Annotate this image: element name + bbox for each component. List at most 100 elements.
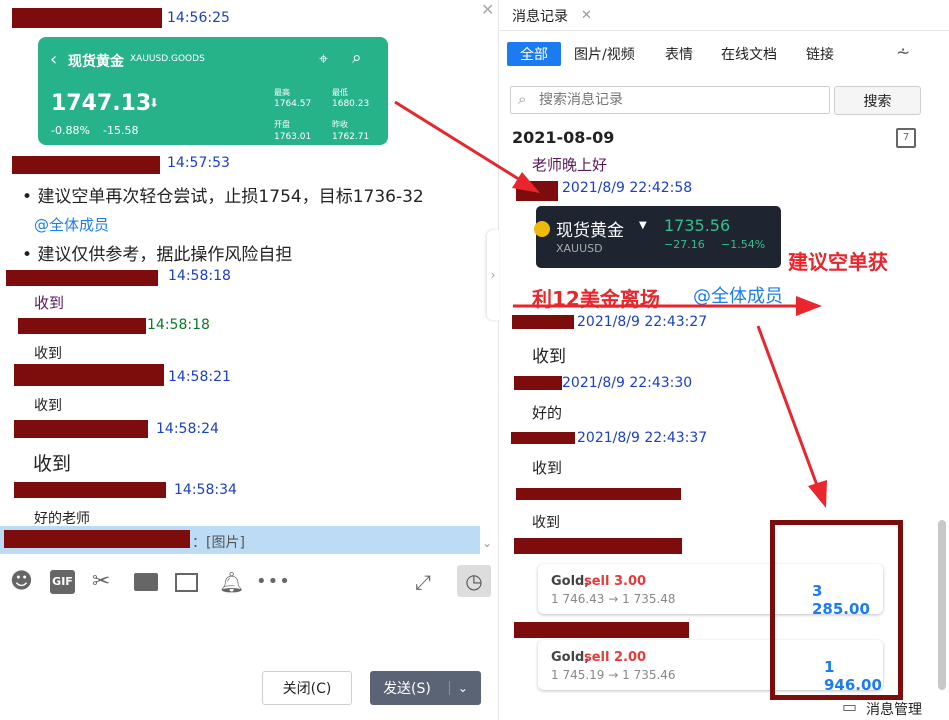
filter-label: 全部 (520, 47, 548, 63)
annotation-text: 建议空单获 (788, 250, 888, 274)
message-text: 收到 (34, 294, 65, 312)
expand-icon[interactable]: ⤢ (415, 570, 439, 594)
widget-change-pct: −1.54% (721, 238, 766, 251)
message-line: 建议仅供参考，据此操作风险自担 (37, 245, 293, 265)
high-value: 1764.57 (274, 99, 312, 109)
image-icon[interactable] (175, 573, 198, 592)
back-icon[interactable]: ‹ (50, 49, 57, 70)
redacted-name (514, 376, 562, 390)
widget-price: 1735.56 (664, 216, 731, 235)
more-icon[interactable]: ••• (256, 570, 290, 594)
high-label: 最高 (274, 88, 290, 97)
share-icon[interactable]: ⌖ (319, 49, 328, 69)
annotation-text: 利12美金离场 (532, 287, 660, 311)
down-arrow-icon: ⬇ (149, 96, 160, 110)
close-button[interactable]: 关闭(C) (262, 671, 352, 705)
gold-widget[interactable]: 现货黄金 ▼ XAUUSD 1735.56 −27.16 −1.54% (534, 206, 781, 268)
message-time: 14:58:18 (147, 317, 210, 333)
message-time: 2021/8/9 22:43:37 (577, 430, 708, 446)
emoji-icon[interactable]: ☻ (10, 570, 34, 594)
trade-route: 1 746.43 → 1 735.48 (551, 592, 676, 606)
chevron-down-icon[interactable]: ⌄ (482, 536, 492, 550)
coin-icon (534, 221, 550, 237)
message-manage-icon[interactable]: ▭ (842, 697, 857, 716)
redacted-name (12, 8, 162, 28)
folder-icon[interactable] (134, 573, 158, 591)
redacted-name (18, 318, 146, 334)
search-input[interactable] (539, 90, 819, 110)
filter-icon[interactable]: ⩪ (896, 43, 910, 63)
send-button[interactable]: 发送(S) ⌄ (370, 671, 481, 705)
gold-quote-card[interactable]: ‹ 现货黄金 XAUUSD.GOODS ⌖ ⌕ 1747.13 ⬇ -0.88%… (38, 37, 388, 145)
filter-all[interactable]: 全部 (507, 42, 561, 66)
bell-icon[interactable]: 🔔︎ (219, 570, 244, 594)
search-icon[interactable]: ⌕ (352, 48, 362, 68)
close-icon[interactable]: ✕ (481, 0, 494, 19)
message-text: 老师晚上好 (532, 156, 608, 174)
message-text: • 建议空单再次轻仓尝试，止损1754，目标1736-32 (22, 187, 424, 207)
trade-side: sell 3.00 (584, 574, 647, 589)
message-text: 收到 (34, 398, 62, 414)
redacted-name (12, 156, 160, 174)
caret-icon: ▼ (639, 220, 647, 231)
redacted-name (14, 420, 148, 438)
trade-side: sell 2.00 (584, 650, 647, 665)
low-value: 1680.23 (332, 99, 370, 109)
history-icon[interactable]: ◷ (457, 565, 491, 597)
calendar-icon[interactable]: 7 (896, 128, 916, 148)
message-line: 建议空单再次轻仓尝试，止损1754，目标1736-32 (37, 187, 424, 207)
mention-all[interactable]: @全体成员 (693, 282, 783, 308)
chat-panel: 14:56:25 ✕ ‹ 现货黄金 XAUUSD.GOODS ⌖ ⌕ 1747.… (0, 0, 499, 720)
filter-links[interactable]: 链接 (806, 42, 834, 66)
redacted-name (4, 530, 190, 548)
message-text: • 建议仅供参考，据此操作风险自担 (22, 245, 293, 265)
search-button[interactable]: 搜索 (834, 86, 921, 115)
gold-card-title: 现货黄金 (68, 54, 124, 70)
open-label: 开盘 (274, 120, 290, 129)
message-time: 14:58:24 (156, 421, 219, 437)
filter-stickers[interactable]: 表情 (665, 42, 693, 66)
message-text: 好的老师 (34, 511, 90, 527)
filter-images[interactable]: 图片/视频 (574, 42, 635, 66)
message-time: 14:58:18 (168, 268, 231, 284)
gold-card-change-abs: -15.58 (103, 124, 139, 137)
message-text: 收到 (33, 453, 72, 475)
redacted-name (6, 270, 158, 286)
tab-underline (500, 30, 949, 31)
open-value: 1763.01 (274, 132, 312, 142)
message-text: 收到 (532, 459, 563, 477)
redacted-name (514, 622, 689, 638)
message-time: 2021/8/9 22:42:58 (562, 180, 693, 196)
message-time: 2021/8/9 22:43:30 (562, 375, 693, 391)
widget-code: XAUUSD (556, 242, 603, 255)
trade-route: 1 745.19 → 1 735.46 (551, 668, 676, 682)
tab-history[interactable]: 消息记录 (512, 6, 568, 26)
filter-docs[interactable]: 在线文档 (721, 42, 777, 66)
redacted-name (516, 488, 681, 500)
prev-value: 1762.71 (332, 132, 370, 142)
message-text: 好的 (532, 404, 563, 422)
chevron-down-icon[interactable]: ⌄ (448, 681, 468, 695)
redacted-name (516, 181, 558, 201)
widget-change-abs: −27.16 (664, 238, 705, 251)
mention-all[interactable]: @全体成员 (34, 214, 109, 235)
redacted-name (512, 315, 574, 329)
close-icon[interactable]: ✕ (581, 8, 592, 23)
search-box[interactable]: ⌕ (510, 86, 830, 114)
message-text: 收到 (34, 346, 62, 362)
scissors-icon[interactable]: ✂ (92, 570, 116, 594)
gold-card-change-pct: -0.88% (51, 124, 90, 137)
message-manage-link[interactable]: 消息管理 (866, 699, 922, 719)
scrollbar[interactable] (938, 520, 946, 690)
redacted-name (14, 482, 166, 498)
collapse-handle[interactable]: › (487, 230, 499, 320)
gif-icon[interactable]: GIF (50, 570, 75, 594)
message-time: 14:56:25 (167, 10, 230, 26)
redacted-name (514, 538, 682, 554)
redacted-name (511, 432, 575, 444)
highlight-box (770, 520, 903, 700)
date-header: 2021-08-09 (512, 128, 615, 147)
redacted-name (14, 364, 164, 386)
search-icon: ⌕ (518, 90, 527, 108)
message-text: 收到 (532, 515, 560, 531)
